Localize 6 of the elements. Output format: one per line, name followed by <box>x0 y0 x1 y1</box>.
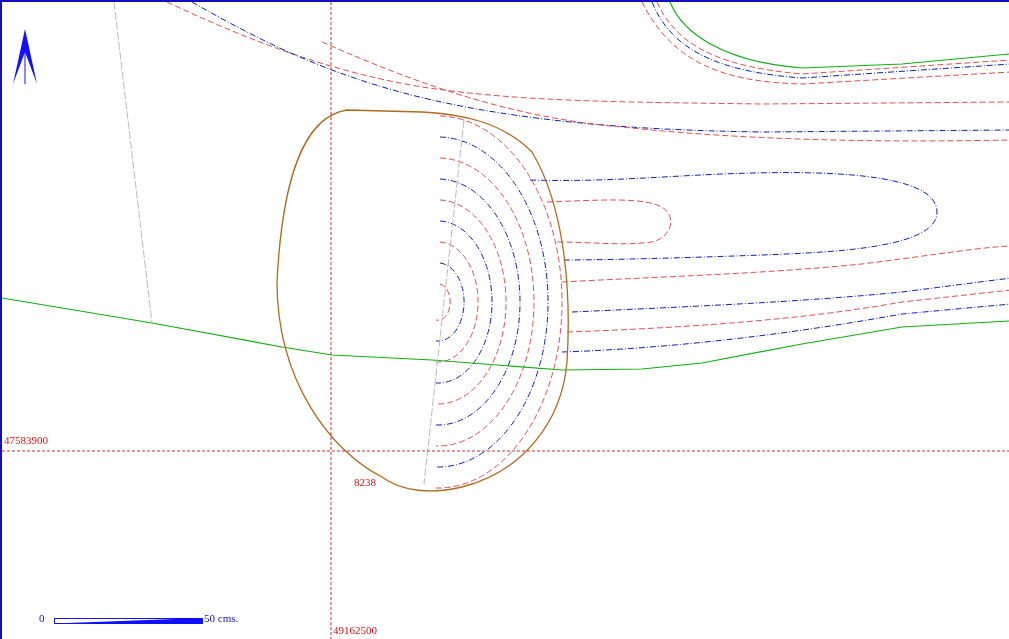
easting-label: 49162500 <box>333 624 377 636</box>
northing-label: 47583900 <box>4 434 48 446</box>
north-arrow-icon <box>13 29 37 85</box>
scale-start-label: 0 <box>39 612 45 624</box>
scale-end-label: 50 cms. <box>204 612 239 624</box>
feature-label: 8238 <box>354 476 376 488</box>
